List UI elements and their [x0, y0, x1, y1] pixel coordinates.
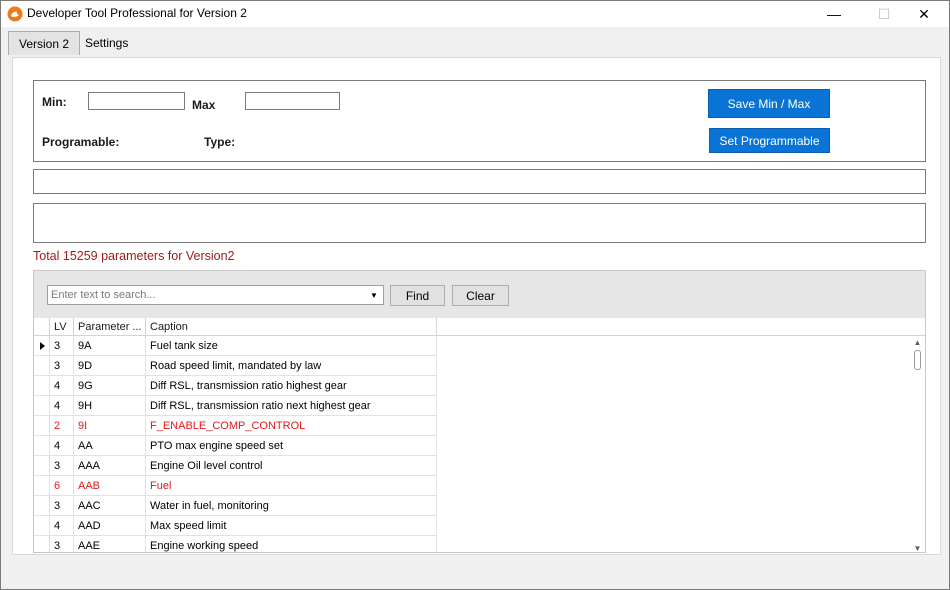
grid-header: LV Parameter ... Caption	[34, 318, 925, 336]
search-combobox[interactable]: ▼	[47, 285, 384, 305]
cell-parameter[interactable]: 9G	[74, 376, 146, 396]
chevron-down-icon[interactable]: ▼	[367, 286, 381, 304]
tab-version-2[interactable]: Version 2	[8, 31, 81, 55]
max-input[interactable]	[245, 92, 340, 110]
app-window: Developer Tool Professional for Version …	[0, 0, 950, 590]
minimize-button[interactable]: —	[811, 1, 857, 27]
table-row[interactable]: 3 9D Road speed limit, mandated by law	[34, 356, 437, 376]
cell-lv[interactable]: 3	[50, 356, 74, 376]
cell-caption[interactable]: PTO max engine speed set	[146, 436, 437, 456]
cell-lv[interactable]: 6	[50, 476, 74, 496]
parameter-grid: LV Parameter ... Caption 3 9A Fuel tank si…	[34, 318, 925, 553]
cell-parameter[interactable]: 9D	[74, 356, 146, 376]
cell-caption[interactable]: Diff RSL, transmission ratio next highes…	[146, 396, 437, 416]
scroll-down-icon[interactable]: ▼	[910, 542, 925, 553]
table-row[interactable]: 3 9A Fuel tank size	[34, 336, 437, 356]
max-label: Max	[192, 98, 216, 112]
orange-app-icon	[7, 6, 23, 22]
min-input[interactable]	[88, 92, 185, 110]
type-label: Type:	[204, 135, 236, 149]
cell-caption[interactable]: Fuel tank size	[146, 336, 437, 356]
row-header-corner	[34, 318, 50, 336]
tab-page-version-2: Min: Max Programable: Type: Save Min / M…	[12, 57, 941, 555]
table-row[interactable]: 4 9G Diff RSL, transmission ratio highest …	[34, 376, 437, 396]
tab-strip: Version 2 Settings	[1, 27, 949, 57]
cell-lv[interactable]: 4	[50, 376, 74, 396]
parameter-grid-panel: ▼ Find Clear LV Parameter ... Caption 39…	[33, 270, 926, 553]
cell-lv[interactable]: 3	[50, 456, 74, 476]
find-button[interactable]: Find	[390, 285, 445, 306]
row-header[interactable]	[34, 436, 50, 456]
tab-settings[interactable]: Settings	[75, 31, 138, 55]
table-row[interactable]: 6 AAB Fuel	[34, 476, 437, 496]
cell-parameter[interactable]: 9A	[74, 336, 146, 356]
cell-lv[interactable]: 3	[50, 496, 74, 516]
scroll-up-icon[interactable]: ▲	[910, 336, 925, 348]
cell-lv[interactable]: 3	[50, 536, 74, 552]
row-header[interactable]	[34, 536, 50, 552]
row-header[interactable]	[34, 456, 50, 476]
cell-parameter[interactable]: AAC	[74, 496, 146, 516]
table-row[interactable]: 3 AAC Water in fuel, monitoring	[34, 496, 437, 516]
search-input[interactable]	[51, 287, 363, 303]
column-header-lv[interactable]: LV	[50, 318, 74, 336]
cell-lv[interactable]: 4	[50, 396, 74, 416]
cell-parameter[interactable]: AA	[74, 436, 146, 456]
row-header[interactable]	[34, 396, 50, 416]
cell-parameter[interactable]: AAD	[74, 516, 146, 536]
column-header-parameter[interactable]: Parameter ...	[74, 318, 146, 336]
cell-caption[interactable]: Max speed limit	[146, 516, 437, 536]
table-row[interactable]: 2 9I F_ENABLE_COMP_CONTROL	[34, 416, 437, 436]
total-parameters-text: Total 15259 parameters for Version2	[33, 249, 235, 263]
scroll-thumb[interactable]	[914, 350, 921, 370]
search-bar: ▼ Find Clear	[34, 271, 925, 318]
minimize-icon: —	[827, 6, 841, 22]
clear-button[interactable]: Clear	[452, 285, 509, 306]
current-row-arrow-icon	[40, 342, 45, 350]
row-header[interactable]	[34, 476, 50, 496]
row-header[interactable]	[34, 356, 50, 376]
min-label: Min:	[42, 95, 67, 109]
cell-parameter[interactable]: 9H	[74, 396, 146, 416]
programable-label: Programable:	[42, 135, 120, 149]
min-max-panel: Min: Max Programable: Type: Save Min / M…	[33, 80, 926, 162]
row-header[interactable]	[34, 416, 50, 436]
close-icon: ✕	[918, 5, 930, 22]
cell-lv[interactable]: 4	[50, 516, 74, 536]
row-header[interactable]	[34, 376, 50, 396]
row-header[interactable]	[34, 336, 50, 356]
row-header[interactable]	[34, 496, 50, 516]
save-min-max-button[interactable]: Save Min / Max	[708, 89, 830, 118]
column-header-caption[interactable]: Caption	[146, 318, 437, 336]
cell-lv[interactable]: 3	[50, 336, 74, 356]
title-bar: Developer Tool Professional for Version …	[1, 1, 949, 27]
cell-parameter[interactable]: 9I	[74, 416, 146, 436]
window-title: Developer Tool Professional for Version …	[27, 6, 247, 20]
cell-parameter[interactable]: AAA	[74, 456, 146, 476]
maximize-icon: ☐	[877, 5, 891, 22]
cell-caption[interactable]: Fuel	[146, 476, 437, 496]
close-button[interactable]: ✕	[901, 1, 947, 27]
row-header[interactable]	[34, 516, 50, 536]
cell-caption[interactable]: Engine working speed	[146, 536, 437, 552]
cell-lv[interactable]: 4	[50, 436, 74, 456]
cell-lv[interactable]: 2	[50, 416, 74, 436]
table-row[interactable]: 4 AAD Max speed limit	[34, 516, 437, 536]
vertical-scrollbar[interactable]: ▲ ▼	[910, 336, 925, 553]
info-field-2	[33, 203, 926, 243]
cell-caption[interactable]: Diff RSL, transmission ratio highest gea…	[146, 376, 437, 396]
info-field-1	[33, 169, 926, 194]
cell-caption[interactable]: Road speed limit, mandated by law	[146, 356, 437, 376]
set-programmable-button[interactable]: Set Programmable	[709, 128, 830, 153]
cell-parameter[interactable]: AAE	[74, 536, 146, 552]
cell-parameter[interactable]: AAB	[74, 476, 146, 496]
cell-caption[interactable]: Water in fuel, monitoring	[146, 496, 437, 516]
cell-caption[interactable]: Engine Oil level control	[146, 456, 437, 476]
cell-caption[interactable]: F_ENABLE_COMP_CONTROL	[146, 416, 437, 436]
table-row[interactable]: 4 9H Diff RSL, transmission ratio next hig…	[34, 396, 437, 416]
table-row[interactable]: 3 AAE Engine working speed	[34, 536, 437, 552]
table-row[interactable]: 4 AA PTO max engine speed set	[34, 436, 437, 456]
table-row[interactable]: 3 AAA Engine Oil level control	[34, 456, 437, 476]
